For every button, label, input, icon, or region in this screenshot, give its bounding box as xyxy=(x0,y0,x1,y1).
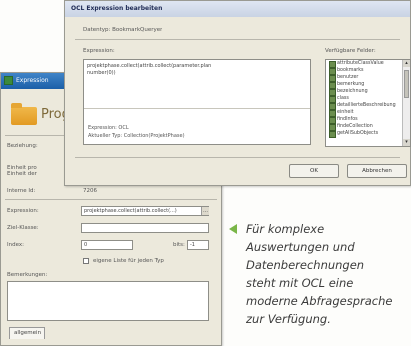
ocl-dialog: OCL Expression bearbeiten Datentyp: Book… xyxy=(64,0,411,186)
folder-icon xyxy=(11,103,37,125)
caption-line: Auswertungen und xyxy=(246,240,355,254)
einheit-label: Einheit pro Einheit der xyxy=(7,165,37,177)
expression-field-value: projektphase.collect(attrib.collect(...) xyxy=(84,208,177,214)
divider xyxy=(75,39,400,40)
cancel-button[interactable]: Abbrechen xyxy=(347,164,407,178)
beziehung-label: Beziehung: xyxy=(7,143,38,149)
features-label: Verfügbare Felder: xyxy=(325,48,376,54)
index-label: Index: xyxy=(7,242,24,248)
feature-item[interactable]: einheit xyxy=(326,109,410,117)
feature-item[interactable]: findeCollection xyxy=(326,123,410,131)
expression-window-title: Expression xyxy=(16,77,49,84)
ziel-klasse-label: Ziel-Klasse: xyxy=(7,225,39,231)
caption-line: moderne Abfragesprache xyxy=(246,294,393,308)
expression-label: Expression: xyxy=(83,48,115,54)
index-field-value: 0 xyxy=(84,242,88,248)
bits-label: bits: xyxy=(173,242,185,248)
feature-item[interactable]: detaillierteBeschreibung xyxy=(326,102,410,110)
type-info: Expression: OCL Aktueller Typ: Collectio… xyxy=(88,124,308,140)
bemerkungen-textarea[interactable] xyxy=(7,281,209,321)
bemerkungen-label: Bemerkungen: xyxy=(7,272,48,278)
ocl-dialog-titlebar[interactable]: OCL Expression bearbeiten xyxy=(65,1,410,17)
ziel-klasse-field[interactable] xyxy=(81,223,209,233)
feature-item[interactable]: attributeClassValue xyxy=(326,60,410,68)
scroll-up-icon[interactable]: ▴ xyxy=(403,60,410,67)
scroll-thumb[interactable] xyxy=(404,70,409,98)
bits-field-value: -1 xyxy=(190,242,195,248)
context-label: Datentyp: BookmarkQueryer xyxy=(83,27,163,33)
feature-item[interactable]: bezeichnung xyxy=(326,88,410,96)
caption: Für komplexe Auswertungen und Datenberechn… xyxy=(246,220,411,328)
features-items: attributeClassValue bookmarks benutzer beme… xyxy=(326,60,410,138)
feature-item[interactable]: getAllSubObjects xyxy=(326,130,410,138)
divider xyxy=(84,108,310,109)
caption-line: steht mit OCL eine xyxy=(246,276,354,290)
internal-id-value: 7206 xyxy=(83,188,97,194)
own-list-checkbox-label: eigene Liste für jeden Typ xyxy=(93,258,164,264)
feature-item[interactable]: class xyxy=(326,95,410,103)
type-info-line-2: Aktueller Typ: Collection(ProjektPhase) xyxy=(88,133,185,139)
index-field[interactable]: 0 xyxy=(81,240,133,250)
bits-field[interactable]: -1 xyxy=(187,240,209,250)
triangle-arrow-icon xyxy=(229,224,237,234)
features-list[interactable]: attributeClassValue bookmarks benutzer beme… xyxy=(325,59,411,147)
features-scrollbar[interactable]: ▴ ▾ xyxy=(402,60,410,146)
window-app-icon xyxy=(4,76,13,85)
caption-line: Datenberechnungen xyxy=(246,258,365,272)
internal-id-label: Interne Id: xyxy=(7,188,36,194)
feature-item[interactable]: findInfos xyxy=(326,116,410,124)
tab-allgemein[interactable]: allgemein xyxy=(9,327,45,339)
ocl-expression-textarea[interactable]: projektphase.collect(attrib.collect(para… xyxy=(83,59,311,145)
type-info-line-1: Expression: OCL xyxy=(88,125,129,131)
scroll-down-icon[interactable]: ▾ xyxy=(403,139,410,146)
ocl-expression-text: projektphase.collect(attrib.collect(para… xyxy=(87,63,212,76)
divider xyxy=(5,199,217,200)
expression-label: Expression: xyxy=(7,208,39,214)
caption-line: Für komplexe xyxy=(246,222,325,236)
expression-edit-button[interactable]: … xyxy=(201,207,209,215)
feature-item[interactable]: bookmarks xyxy=(326,67,410,75)
ok-button[interactable]: OK xyxy=(289,164,339,178)
expression-field[interactable]: projektphase.collect(attrib.collect(...) xyxy=(81,206,209,216)
own-list-checkbox[interactable] xyxy=(83,258,89,264)
feature-item[interactable]: benutzer xyxy=(326,74,410,82)
ocl-dialog-title: OCL Expression bearbeiten xyxy=(71,5,163,12)
divider xyxy=(75,157,400,158)
feature-item[interactable]: bemerkung xyxy=(326,81,410,89)
caption-line: zur Verfügung. xyxy=(246,312,331,326)
